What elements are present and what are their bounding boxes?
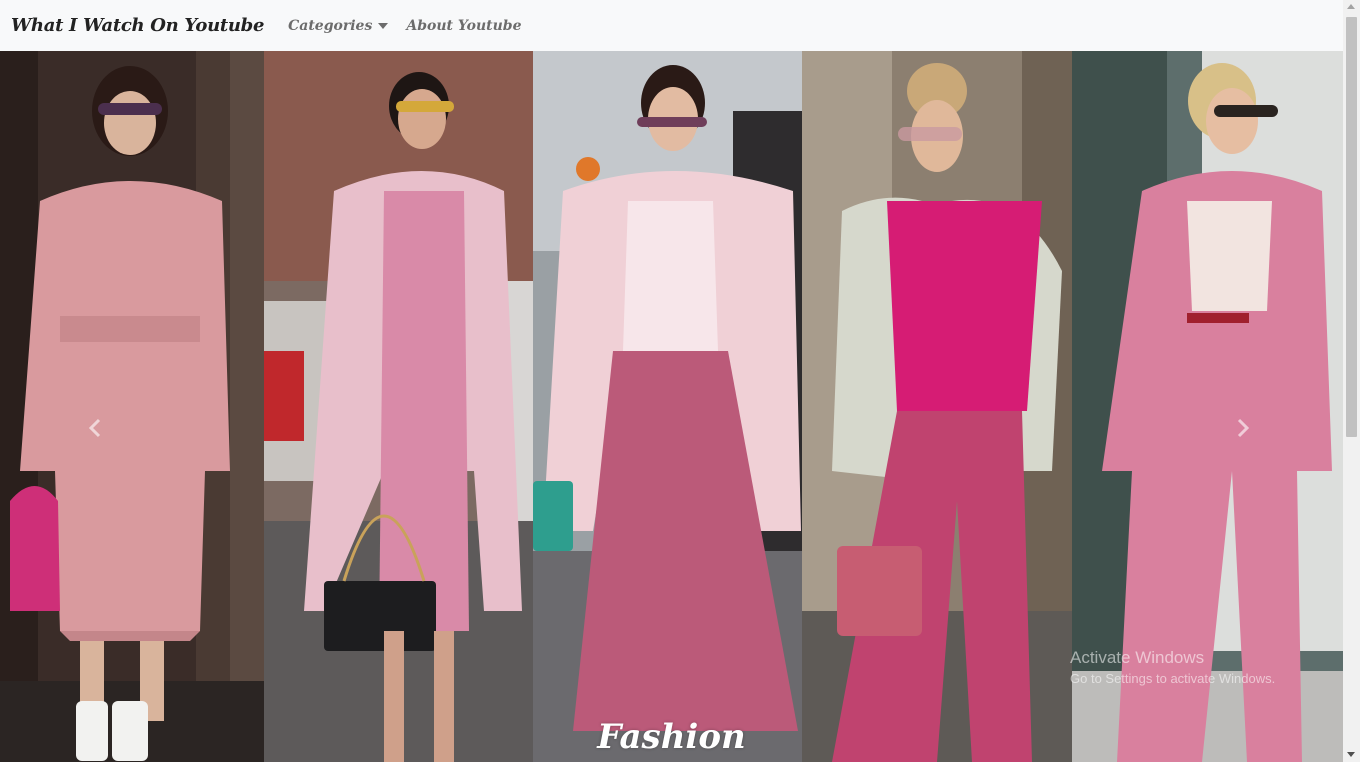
carousel-image-pink-coat-dress	[264, 51, 533, 762]
carousel-image-magenta-top	[802, 51, 1072, 762]
carousel-prev-control[interactable]	[84, 416, 108, 440]
chevron-down-icon	[378, 22, 389, 29]
site-brand[interactable]: What I Watch On Youtube	[11, 15, 264, 36]
scroll-up-arrow-icon[interactable]	[1347, 4, 1355, 9]
carousel-image-pink-shirt-dress	[0, 51, 264, 762]
top-navbar: What I Watch On Youtube Categories About…	[0, 0, 1343, 51]
page-scrollbar[interactable]	[1343, 0, 1360, 762]
nav-categories-label: Categories	[288, 17, 373, 34]
carousel-next-control[interactable]	[1230, 416, 1254, 440]
nav-about-label: About Youtube	[406, 17, 522, 34]
activate-windows-watermark: Activate Windows Go to Settings to activ…	[1070, 648, 1275, 686]
scrollbar-thumb[interactable]	[1346, 17, 1357, 437]
carousel-image-pink-fleece-coat	[533, 51, 802, 762]
nav-categories-dropdown[interactable]: Categories	[288, 17, 389, 34]
chevron-left-icon	[88, 418, 101, 438]
carousel-caption: Fashion	[597, 717, 746, 757]
watermark-title: Activate Windows	[1070, 648, 1205, 667]
watermark-subtitle: Go to Settings to activate Windows.	[1070, 671, 1276, 686]
chevron-right-icon	[1237, 418, 1250, 438]
nav-about-youtube[interactable]: About Youtube	[406, 18, 521, 34]
scroll-down-arrow-icon[interactable]	[1347, 752, 1355, 757]
